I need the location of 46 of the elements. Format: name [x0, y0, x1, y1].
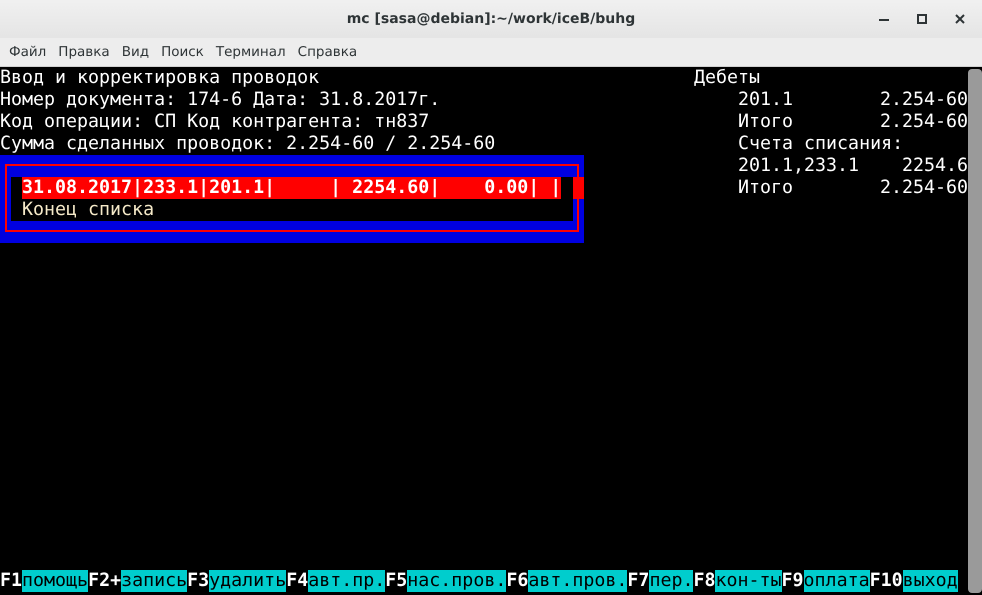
debits-heading: Дебеты	[694, 67, 762, 89]
function-key[interactable]: F4	[286, 570, 308, 592]
account-value: 2.254-60	[880, 89, 968, 111]
function-key[interactable]: F2+	[88, 570, 122, 592]
header-line: Ввод и корректировка проводок	[0, 67, 320, 89]
minimize-icon	[879, 18, 889, 20]
function-key[interactable]: F5	[385, 570, 408, 592]
function-key-label[interactable]: запись	[121, 570, 188, 592]
close-icon	[955, 14, 965, 24]
function-key[interactable]: F6	[506, 570, 528, 592]
window-title: mc [sasa@debian]:~/work/iceB/buhg	[346, 11, 636, 27]
menu-item[interactable]: Терминал	[210, 44, 292, 60]
function-key-label[interactable]: авт.пр.	[308, 570, 386, 592]
function-key[interactable]: F8	[693, 570, 716, 592]
function-key[interactable]: F9	[782, 570, 804, 592]
account-value: 2254.6	[902, 155, 968, 177]
account-value: 2.254-60	[880, 111, 968, 133]
account-label: 201.1,233.1	[738, 155, 860, 177]
account-label: Итого	[738, 177, 794, 199]
function-key-label[interactable]: удалить	[209, 570, 286, 592]
function-key-label[interactable]: оплата	[804, 570, 870, 592]
account-label: Счета списания:	[738, 133, 904, 155]
menu-item[interactable]: Вид	[116, 44, 156, 60]
function-key-label[interactable]: авт.пров.	[528, 570, 628, 592]
menu-item[interactable]: Файл	[3, 44, 52, 60]
menu-item[interactable]: Справка	[292, 44, 364, 60]
function-key-label[interactable]: пер.	[649, 570, 694, 592]
function-key[interactable]: F1	[0, 570, 22, 592]
function-key[interactable]: F3	[187, 570, 210, 592]
function-key-label[interactable]: кон-ты	[715, 570, 782, 592]
account-value: 2.254-60	[880, 177, 968, 199]
list-row[interactable]: 31.08.2017|233.1|201.1| | 2254.60| 0.00| |	[22, 177, 562, 199]
function-key-label[interactable]: выход	[902, 570, 958, 592]
menu-item[interactable]: Поиск	[155, 44, 210, 60]
function-key-label[interactable]: нас.пров.	[407, 570, 506, 592]
account-label: 201.1	[738, 89, 794, 111]
header-line: Код операции: СП Код контрагента: тн837	[0, 111, 430, 133]
list-row[interactable]: Конец списка	[22, 199, 154, 221]
header-line: Сумма сделанных проводок: 2.254-60 / 2.254-60	[0, 133, 496, 155]
function-key-label[interactable]: помощь	[22, 570, 88, 592]
menu-item[interactable]: Правка	[52, 44, 116, 60]
function-key[interactable]: F7	[627, 570, 650, 592]
function-key[interactable]: F10	[870, 570, 903, 592]
maximize-icon	[917, 14, 927, 24]
account-label: Итого	[738, 111, 794, 133]
header-line: Номер документа: 174-6 Дата: 31.8.2017г.	[0, 89, 442, 111]
